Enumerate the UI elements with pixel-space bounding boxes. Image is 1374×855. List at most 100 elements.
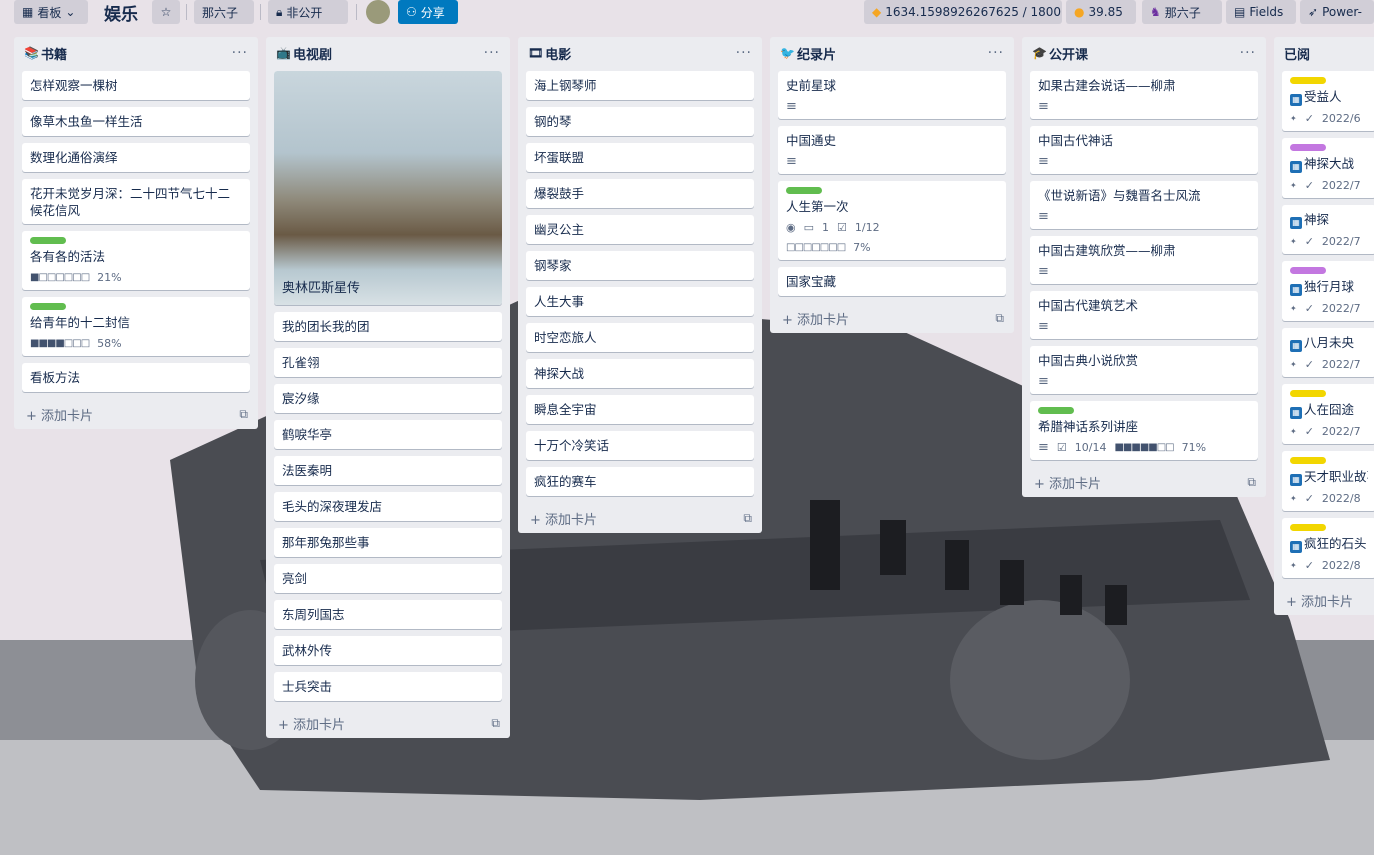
card[interactable]: 亮剑	[274, 564, 502, 593]
add-card-button[interactable]: + 添加卡片 ⧉	[266, 708, 510, 738]
card[interactable]: 鹤唳华亭	[274, 420, 502, 449]
list-title[interactable]: 📚 书籍	[24, 44, 67, 63]
card-title: 疯狂的赛车	[534, 474, 597, 489]
card[interactable]: 像草木虫鱼一样生活	[22, 107, 250, 136]
card-label[interactable]	[1290, 144, 1326, 151]
card[interactable]: 疯狂的赛车	[526, 467, 754, 496]
card[interactable]: 中国古代建筑艺术 ≡	[1030, 291, 1258, 339]
card-label[interactable]	[1290, 457, 1326, 464]
add-card-button[interactable]: + 添加卡片	[1274, 585, 1374, 615]
card[interactable]: 那年那兔那些事	[274, 528, 502, 557]
board-title[interactable]: 娱乐	[96, 0, 146, 25]
card-title: 奥林匹斯星传	[282, 281, 361, 296]
card[interactable]: 武林外传	[274, 636, 502, 665]
more-icon[interactable]: ···	[736, 45, 752, 61]
add-card-button[interactable]: + 添加卡片 ⧉	[1022, 467, 1266, 497]
card[interactable]: 中国古建筑欣赏——柳肃 ≡	[1030, 236, 1258, 284]
template-icon[interactable]: ⧉	[239, 407, 248, 422]
more-icon[interactable]: ···	[232, 45, 248, 61]
list-title[interactable]: 📺 电视剧	[276, 44, 332, 63]
add-card-button[interactable]: + 添加卡片 ⧉	[14, 399, 258, 429]
member-powerup-button[interactable]: ♞ 那六子	[1142, 0, 1222, 24]
card[interactable]: 人生第一次 ◉ ▭ 1 ☑ 1/12 □□□□□□□ 7%	[778, 181, 1006, 260]
card[interactable]: 瞬息全宇宙	[526, 395, 754, 424]
list-title[interactable]: 🎞 电影	[528, 44, 571, 63]
add-card-button[interactable]: + 添加卡片 ⧉	[770, 303, 1014, 333]
card[interactable]: 东周列国志	[274, 600, 502, 629]
points-button[interactable]: ◆ 1634.1598926267625 / 1800	[864, 0, 1062, 24]
card[interactable]: 中国通史 ≡	[778, 126, 1006, 174]
card-label[interactable]	[786, 187, 822, 194]
card[interactable]: 毛头的深夜理发店	[274, 492, 502, 521]
card-label[interactable]	[1290, 390, 1326, 397]
card[interactable]: 国家宝藏	[778, 267, 1006, 296]
more-icon[interactable]: ···	[484, 45, 500, 61]
more-icon[interactable]: ···	[1240, 45, 1256, 61]
card[interactable]: 法医秦明	[274, 456, 502, 485]
card[interactable]: 希腊神话系列讲座 ≡ ☑ 10/14 ■■■■■□□ 71%	[1030, 401, 1258, 460]
fields-button[interactable]: ▤ Fields	[1226, 0, 1296, 24]
card[interactable]: 钢琴家	[526, 251, 754, 280]
card[interactable]: 海上钢琴师	[526, 71, 754, 100]
card[interactable]: 花开未觉岁月深：二十四节气七十二候花信风	[22, 179, 250, 224]
card[interactable]: 数理化通俗演绎	[22, 143, 250, 172]
card[interactable]: 钢的琴	[526, 107, 754, 136]
add-card-button[interactable]: + 添加卡片 ⧉	[518, 503, 762, 533]
card-label[interactable]	[1290, 267, 1326, 274]
more-icon[interactable]: ···	[988, 45, 1004, 61]
card[interactable]: ▦ 八月未央 ✦ ✓ 2022/7	[1282, 328, 1374, 377]
card-label[interactable]	[1038, 407, 1074, 414]
list-title[interactable]: 已阅	[1284, 44, 1310, 63]
template-icon[interactable]: ⧉	[491, 716, 500, 731]
template-icon[interactable]: ⧉	[1247, 475, 1256, 490]
checklist-icon: ☑	[837, 220, 847, 234]
card[interactable]: ▦ 人在囧途 ✦ ✓ 2022/7	[1282, 384, 1374, 444]
card-label[interactable]	[1290, 77, 1326, 84]
list-title[interactable]: 🎓 公开课	[1032, 44, 1088, 63]
card[interactable]: ▦ 独行月球 ✦ ✓ 2022/7	[1282, 261, 1374, 321]
share-button[interactable]: ⚇ 分享	[398, 0, 458, 24]
member-avatar[interactable]	[364, 0, 394, 24]
card[interactable]: 怎样观察一棵树	[22, 71, 250, 100]
card[interactable]: 《世说新语》与魏晋名士风流 ≡	[1030, 181, 1258, 229]
card[interactable]: 坏蛋联盟	[526, 143, 754, 172]
coins-button[interactable]: ● 39.85	[1066, 0, 1136, 24]
card[interactable]: ▦ 疯狂的石头 ✦ ✓ 2022/8	[1282, 518, 1374, 578]
card[interactable]: 各有各的活法 ■□□□□□□ 21%	[22, 231, 250, 290]
card[interactable]: 爆裂鼓手	[526, 179, 754, 208]
visibility-button[interactable]: 🔒︎ 非公开	[268, 0, 348, 24]
card[interactable]: 时空恋旅人	[526, 323, 754, 352]
card-title: 宸汐缘	[282, 391, 320, 406]
card[interactable]: 孔雀翎	[274, 348, 502, 377]
card[interactable]: 奥林匹斯星传	[274, 71, 502, 305]
card[interactable]: 士兵突击	[274, 672, 502, 701]
card-label[interactable]	[30, 303, 66, 310]
workspace-button[interactable]: 那六子	[194, 0, 254, 24]
card[interactable]: ▦ 神探大战 ✦ ✓ 2022/7	[1282, 138, 1374, 198]
template-icon[interactable]: ⧉	[995, 311, 1004, 326]
card[interactable]: 看板方法	[22, 363, 250, 392]
card[interactable]: 如果古建会说话——柳肃 ≡	[1030, 71, 1258, 119]
list-title[interactable]: 🐦 纪录片	[780, 44, 836, 63]
fields-label: Fields	[1249, 5, 1284, 19]
card[interactable]: ▦ 受益人 ✦ ✓ 2022/6	[1282, 71, 1374, 131]
card[interactable]: 中国古典小说欣赏 ≡	[1030, 346, 1258, 394]
card-label[interactable]	[1290, 524, 1326, 531]
view-switcher-button[interactable]: ▦ 看板 ⌄	[14, 0, 88, 24]
card[interactable]: 神探大战	[526, 359, 754, 388]
list-title-text: 公开课	[1048, 47, 1088, 63]
card[interactable]: ▦天才职业故事 ✦ ✓ 2022/8	[1282, 451, 1374, 511]
card[interactable]: 中国古代神话 ≡	[1030, 126, 1258, 174]
card[interactable]: 幽灵公主	[526, 215, 754, 244]
star-board-button[interactable]: ☆	[152, 0, 180, 24]
card[interactable]: 十万个冷笑话	[526, 431, 754, 460]
card-label[interactable]	[30, 237, 66, 244]
card[interactable]: 给青年的十二封信 ■■■■□□□ 58%	[22, 297, 250, 356]
card[interactable]: 宸汐缘	[274, 384, 502, 413]
template-icon[interactable]: ⧉	[743, 511, 752, 526]
powerups-button[interactable]: ➶ Power-	[1300, 0, 1374, 24]
card[interactable]: 史前星球 ≡	[778, 71, 1006, 119]
card[interactable]: 人生大事	[526, 287, 754, 316]
card[interactable]: ▦ 神探 ✦ ✓ 2022/7	[1282, 205, 1374, 254]
card[interactable]: 我的团长我的团	[274, 312, 502, 341]
